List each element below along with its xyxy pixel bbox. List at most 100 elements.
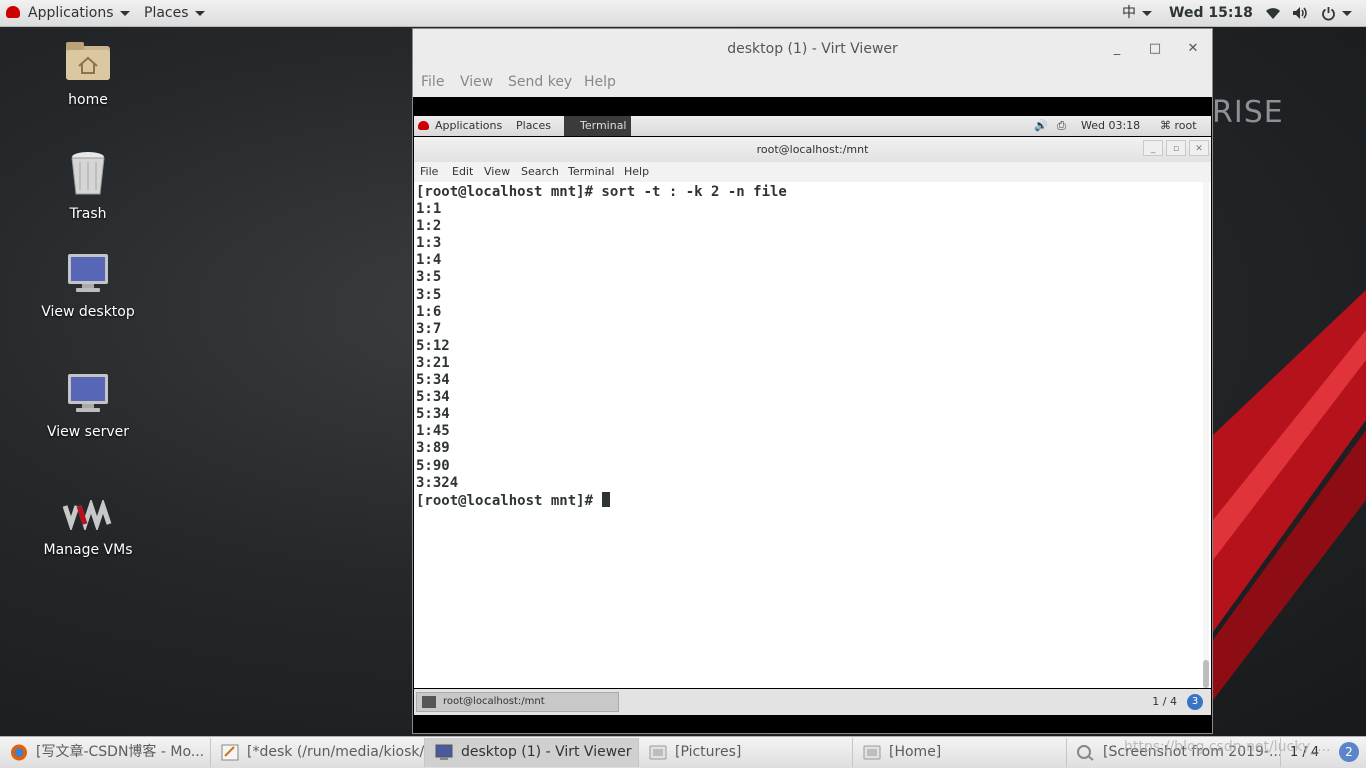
terminal-minimize-button[interactable]: _ xyxy=(1143,140,1163,156)
volume-icon[interactable] xyxy=(1292,0,1308,27)
workspace-badge[interactable]: 2 xyxy=(1339,742,1359,762)
wifi-icon[interactable] xyxy=(1265,0,1281,27)
terminal-output[interactable]: [root@localhost mnt]# sort -t : -k 2 -n … xyxy=(416,184,1202,684)
minimize-button[interactable]: _ xyxy=(1107,39,1127,59)
network-icon[interactable]: ⎙ xyxy=(1057,116,1066,136)
terminal-menu-file[interactable]: File xyxy=(420,165,438,178)
task-pictures[interactable]: [Pictures] xyxy=(639,738,853,767)
close-button[interactable]: ✕ xyxy=(1183,39,1203,59)
desktop-icon-trash[interactable]: Trash xyxy=(28,150,148,222)
clock[interactable]: Wed 15:18 xyxy=(1169,0,1253,27)
terminal-line: 3:5 xyxy=(416,269,442,286)
scrollbar-thumb[interactable] xyxy=(1203,660,1209,688)
applications-menu[interactable]: Applications xyxy=(6,0,130,27)
input-method-label: 中 xyxy=(1122,5,1136,21)
desktop-icon-home[interactable]: home xyxy=(28,40,148,108)
maximize-button[interactable]: □ xyxy=(1145,39,1165,59)
terminal-line: 3:324 xyxy=(416,474,459,491)
menu-file[interactable]: File xyxy=(421,74,444,90)
terminal-scrollbar[interactable] xyxy=(1203,182,1209,688)
desktop-icon-view-server[interactable]: View server xyxy=(28,372,148,440)
terminal-line: 5:12 xyxy=(416,337,450,354)
terminal-menu-terminal[interactable]: Terminal xyxy=(568,165,615,178)
top-panel: Applications Places 中 Wed 15:18 xyxy=(0,0,1366,27)
task-text-editor[interactable]: [*desk (/run/media/kiosk/... xyxy=(211,738,425,767)
terminal-menu-help[interactable]: Help xyxy=(624,165,649,178)
terminal-line: 3:7 xyxy=(416,320,442,337)
desktop-icon-manage-vms[interactable]: Manage VMs xyxy=(28,498,148,558)
guest-user-label: root xyxy=(1174,119,1197,132)
input-method-indicator[interactable]: 中 xyxy=(1122,0,1152,27)
guest-workspace-indicator[interactable]: 1 / 4 xyxy=(1152,689,1177,715)
terminal-menu-search[interactable]: Search xyxy=(521,165,559,178)
guest-applications-menu[interactable]: Applications xyxy=(418,116,502,136)
task-label: [Pictures] xyxy=(675,744,742,760)
task-home[interactable]: [Home] xyxy=(853,738,1067,767)
terminal-maximize-button[interactable]: ▫ xyxy=(1166,140,1186,156)
task-label: [*desk (/run/media/kiosk/... xyxy=(247,744,425,760)
terminal-line: 3:21 xyxy=(416,354,450,371)
terminal-line: 1:4 xyxy=(416,252,442,269)
desktop-icon-label: home xyxy=(68,92,108,108)
window-title: desktop (1) - Virt Viewer xyxy=(727,41,898,57)
task-label: [写文章-CSDN博客 - Mo... xyxy=(36,744,205,760)
terminal-line: 5:90 xyxy=(416,457,450,474)
menu-help[interactable]: Help xyxy=(584,74,616,90)
chevron-down-icon xyxy=(1342,10,1352,16)
firefox-icon xyxy=(11,744,27,761)
task-virt-viewer[interactable]: desktop (1) - Virt Viewer xyxy=(425,738,639,767)
terminal-line: 1:2 xyxy=(416,218,442,235)
chevron-down-icon xyxy=(119,10,130,16)
menu-send-key[interactable]: Send key xyxy=(508,74,572,90)
remote-display[interactable]: Applications Places Terminal 🔊 ⎙ Wed 03:… xyxy=(413,97,1212,733)
power-icon xyxy=(1322,6,1335,20)
guest-user-menu[interactable]: ⌘ root xyxy=(1160,116,1197,136)
places-menu[interactable]: Places xyxy=(144,0,205,27)
power-menu[interactable] xyxy=(1321,0,1352,27)
text-editor-icon xyxy=(221,744,239,761)
terminal-line: 1:45 xyxy=(416,423,450,440)
guest-terminal-launcher[interactable]: Terminal xyxy=(564,116,631,136)
guest-places-menu[interactable]: Places xyxy=(516,116,551,136)
desktop-icon-label: View desktop xyxy=(41,304,135,320)
applications-label: Applications xyxy=(28,5,114,21)
terminal-title: root@localhost:/mnt xyxy=(414,137,1211,162)
volume-icon[interactable]: 🔊 xyxy=(1034,116,1048,136)
guest-workspace-badge[interactable]: 3 xyxy=(1187,694,1203,710)
terminal-icon xyxy=(422,696,436,708)
home-folder-icon xyxy=(28,40,148,86)
monitor-icon xyxy=(28,372,148,418)
guest-clock[interactable]: Wed 03:18 xyxy=(1081,116,1140,136)
redhat-logo-icon xyxy=(418,120,429,130)
terminal-prompt: [root@localhost mnt]# xyxy=(416,492,602,509)
guest-task-terminal[interactable]: root@localhost:/mnt xyxy=(416,692,619,712)
desktop-icon-label: Manage VMs xyxy=(43,542,133,558)
menubar: File View Send key Help xyxy=(413,69,1212,97)
task-label: [Home] xyxy=(889,744,942,760)
terminal-line: 5:34 xyxy=(416,372,450,389)
task-label: desktop (1) - Virt Viewer xyxy=(461,744,632,760)
wallpaper-brand-text: RISE xyxy=(1212,95,1284,130)
terminal-line: 3:5 xyxy=(416,286,442,303)
folder-icon xyxy=(863,745,881,760)
image-viewer-icon xyxy=(1077,745,1094,761)
desktop-icon-label: Trash xyxy=(69,206,107,222)
terminal-cursor xyxy=(602,491,611,507)
desktop-icon-view-desktop[interactable]: View desktop xyxy=(28,252,148,320)
task-firefox[interactable]: [写文章-CSDN博客 - Mo... xyxy=(0,738,211,767)
chevron-down-icon xyxy=(194,10,205,16)
terminal-line: 1:3 xyxy=(416,235,442,252)
chevron-down-icon xyxy=(1142,10,1152,16)
virt-viewer-icon xyxy=(435,744,453,760)
terminal-menu-edit[interactable]: Edit xyxy=(452,165,473,178)
menu-view[interactable]: View xyxy=(460,74,493,90)
terminal-menubar: File Edit View Search Terminal Help xyxy=(414,162,1211,182)
terminal-menu-view[interactable]: View xyxy=(484,165,510,178)
guest-applications-label: Applications xyxy=(435,119,503,132)
guest-terminal-label: Terminal xyxy=(580,119,627,132)
terminal-line: 3:89 xyxy=(416,440,450,457)
monitor-icon xyxy=(28,252,148,298)
redhat-logo-icon xyxy=(6,6,20,18)
terminal-close-button[interactable]: ✕ xyxy=(1189,140,1209,156)
user-icon: ⌘ xyxy=(1160,119,1175,132)
